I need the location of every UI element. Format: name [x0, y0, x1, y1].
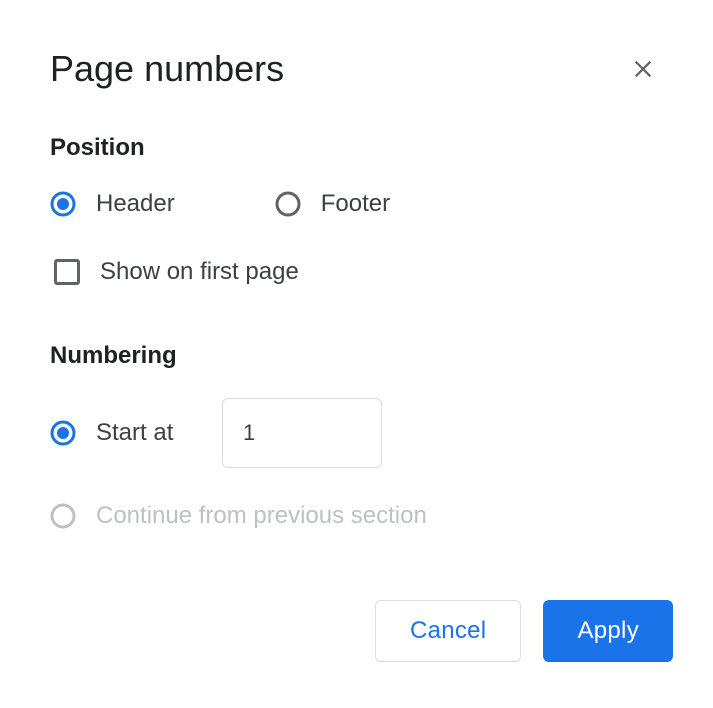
dialog-buttons: Cancel Apply: [375, 600, 673, 662]
apply-button[interactable]: Apply: [543, 600, 673, 662]
numbering-heading: Numbering: [50, 342, 663, 370]
checkbox-show-first-page[interactable]: Show on first page: [54, 258, 663, 286]
radio-start-at-label: Start at: [96, 419, 202, 447]
page-numbers-dialog: Page numbers Position Header F: [0, 0, 713, 708]
cancel-button[interactable]: Cancel: [375, 600, 522, 662]
radio-continue: Continue from previous section: [50, 502, 663, 530]
radio-continue-label: Continue from previous section: [96, 502, 427, 530]
radio-selected-icon: [50, 191, 76, 217]
dialog-title: Page numbers: [50, 48, 284, 90]
radio-selected-icon: [50, 420, 76, 446]
checkbox-show-first-page-label: Show on first page: [100, 258, 299, 286]
position-radio-group: Header Footer: [50, 190, 663, 218]
radio-disabled-icon: [50, 503, 76, 529]
checkbox-unchecked-icon: [54, 259, 80, 285]
radio-header[interactable]: Header: [50, 190, 175, 218]
close-icon: [632, 58, 654, 80]
radio-footer[interactable]: Footer: [275, 190, 390, 218]
title-row: Page numbers: [50, 48, 663, 90]
close-button[interactable]: [623, 49, 663, 89]
start-at-input[interactable]: [222, 398, 382, 468]
radio-unselected-icon: [275, 191, 301, 217]
radio-header-label: Header: [96, 190, 175, 218]
radio-footer-label: Footer: [321, 190, 390, 218]
position-heading: Position: [50, 134, 663, 162]
radio-start-at[interactable]: Start at: [50, 419, 202, 447]
radio-start-at-row: Start at: [50, 398, 663, 468]
